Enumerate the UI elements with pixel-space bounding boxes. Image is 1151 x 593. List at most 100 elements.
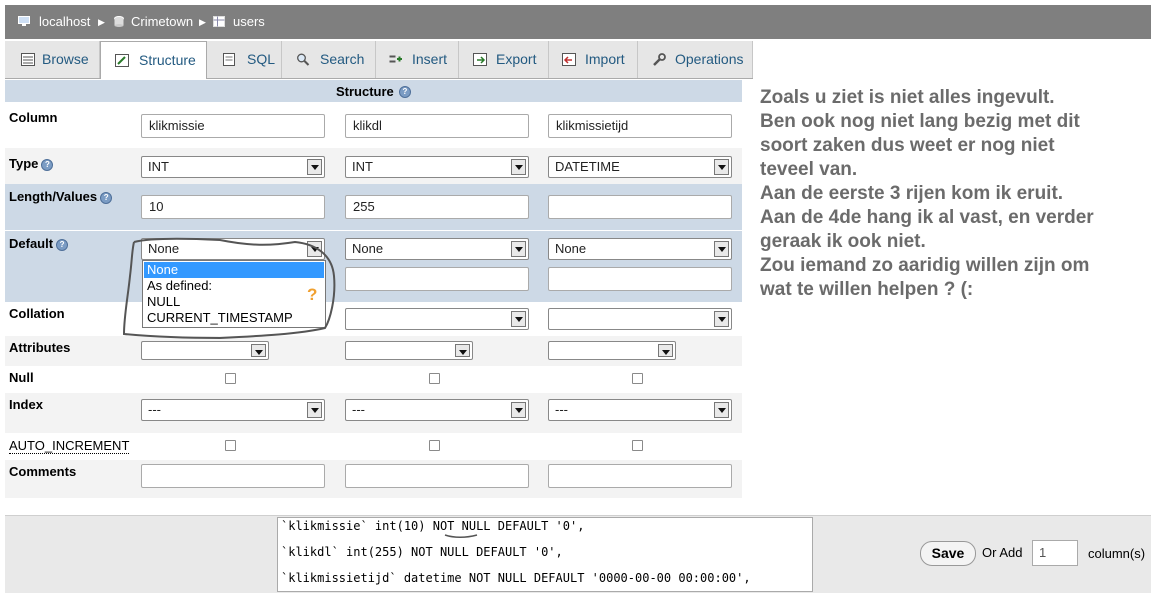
type-select-3[interactable]: DATETIME bbox=[548, 156, 732, 178]
export-icon bbox=[473, 53, 487, 66]
commentary-line: Aan de eerste 3 rijen kom ik eruit. bbox=[760, 183, 1064, 204]
comments-input-3[interactable] bbox=[548, 464, 732, 488]
tab-operations[interactable]: Operations bbox=[638, 41, 753, 78]
sql-preview: `klikmissie` int(10) NOT NULL DEFAULT '0… bbox=[277, 517, 813, 592]
index-select-1[interactable]: --- bbox=[141, 399, 325, 421]
tab-import[interactable]: Import bbox=[549, 41, 638, 78]
auto-increment-checkbox-1[interactable] bbox=[225, 440, 236, 451]
row-comments: Comments bbox=[5, 460, 742, 498]
commentary-line: wat te willen helpen ? (: bbox=[760, 279, 974, 300]
length-input-1[interactable]: 10 bbox=[141, 195, 325, 219]
commentary-line: Zoals u ziet is niet alles ingevult. bbox=[760, 87, 1055, 108]
chevron-down-icon bbox=[714, 159, 729, 175]
operations-icon bbox=[653, 53, 666, 66]
commentary-line: Ben ook nog niet lang bezig met dit bbox=[760, 111, 1080, 132]
commentary-line: Zou iemand zo aaridig willen zijn om bbox=[760, 255, 1090, 276]
null-checkbox-3[interactable] bbox=[632, 373, 643, 384]
length-input-2[interactable]: 255 bbox=[345, 195, 529, 219]
sql-line: `klikdl` int(255) NOT NULL DEFAULT '0', bbox=[281, 545, 563, 559]
commentary-line: teveel van. bbox=[760, 159, 858, 180]
underline-annotation bbox=[444, 534, 478, 538]
column-name-input-1[interactable]: klikmissie bbox=[141, 114, 325, 138]
chevron-down-icon bbox=[714, 241, 729, 257]
comments-input-1[interactable] bbox=[141, 464, 325, 488]
chevron-down-icon bbox=[307, 159, 322, 175]
help-icon[interactable]: ? bbox=[100, 191, 113, 204]
default-select-3[interactable]: None bbox=[548, 238, 732, 260]
attributes-select-1[interactable] bbox=[141, 341, 269, 360]
null-checkbox-1[interactable] bbox=[225, 373, 236, 384]
form-header-title: Structure bbox=[336, 84, 394, 99]
column-name-input-2[interactable]: klikdl bbox=[345, 114, 529, 138]
default-select-2[interactable]: None bbox=[345, 238, 529, 260]
database-icon bbox=[114, 16, 124, 27]
commentary-text: Zoals u ziet is niet alles ingevult. Ben… bbox=[760, 86, 1150, 302]
label-index: Index bbox=[9, 397, 43, 412]
table-icon bbox=[213, 16, 225, 27]
sql-icon bbox=[223, 53, 235, 66]
tab-browse[interactable]: Browse bbox=[5, 41, 100, 78]
breadcrumb-table[interactable]: users bbox=[233, 14, 265, 29]
collation-select-3[interactable] bbox=[548, 308, 732, 330]
label-type: Type? bbox=[9, 156, 54, 171]
chevron-down-icon bbox=[511, 402, 526, 418]
help-icon[interactable]: ? bbox=[56, 238, 69, 251]
scribble-annotation bbox=[122, 237, 336, 340]
default-value-input-2[interactable] bbox=[345, 267, 529, 291]
row-collation: Collation bbox=[5, 302, 742, 336]
label-attributes: Attributes bbox=[9, 340, 71, 355]
type-select-2[interactable]: INT bbox=[345, 156, 529, 178]
chevron-down-icon bbox=[307, 402, 322, 418]
auto-increment-checkbox-3[interactable] bbox=[632, 440, 643, 451]
tab-sql[interactable]: SQL bbox=[207, 41, 282, 78]
label-comments: Comments bbox=[9, 464, 77, 479]
chevron-down-icon bbox=[714, 402, 729, 418]
attributes-select-3[interactable] bbox=[548, 341, 676, 360]
breadcrumb-separator-icon: ▶ bbox=[199, 17, 206, 27]
help-icon[interactable]: ? bbox=[399, 86, 411, 98]
comments-input-2[interactable] bbox=[345, 464, 529, 488]
row-null: Null bbox=[5, 366, 742, 393]
label-null: Null bbox=[9, 370, 34, 385]
help-icon[interactable]: ? bbox=[41, 158, 54, 171]
row-index: Index --- --- --- bbox=[5, 393, 742, 433]
attributes-select-2[interactable] bbox=[345, 341, 473, 360]
default-value-input-3[interactable] bbox=[548, 267, 732, 291]
sql-line: `klikmissietijd` datetime NOT NULL DEFAU… bbox=[281, 571, 751, 585]
row-attributes: Attributes bbox=[5, 336, 742, 366]
commentary-line: geraak ik ook niet. bbox=[760, 231, 926, 252]
index-select-2[interactable]: --- bbox=[345, 399, 529, 421]
index-select-3[interactable]: --- bbox=[548, 399, 732, 421]
auto-increment-checkbox-2[interactable] bbox=[429, 440, 440, 451]
breadcrumb-database[interactable]: Crimetown bbox=[131, 14, 193, 29]
sql-line: `klikmissie` int(10) NOT NULL DEFAULT '0… bbox=[281, 519, 585, 533]
tab-structure[interactable]: Structure bbox=[100, 41, 207, 79]
commentary-line: soort zaken dus weet er nog niet bbox=[760, 135, 1055, 156]
tab-search[interactable]: Search bbox=[282, 41, 376, 78]
row-default: Default? None None None bbox=[5, 230, 742, 303]
chevron-down-icon bbox=[455, 344, 470, 357]
browse-icon bbox=[21, 53, 35, 66]
save-button[interactable]: Save bbox=[920, 541, 976, 566]
label-length: Length/Values? bbox=[9, 189, 113, 204]
insert-icon bbox=[389, 55, 402, 63]
tab-insert[interactable]: Insert bbox=[376, 41, 459, 78]
length-input-3[interactable] bbox=[548, 195, 732, 219]
collation-select-2[interactable] bbox=[345, 308, 529, 330]
chevron-down-icon bbox=[511, 159, 526, 175]
row-column: Column klikmissie klikdl klikmissietijd bbox=[5, 102, 742, 148]
add-columns-input[interactable]: 1 bbox=[1032, 540, 1078, 566]
server-icon bbox=[18, 16, 30, 26]
form-header: Structure ? bbox=[5, 80, 742, 102]
label-column: Column bbox=[9, 110, 58, 125]
search-icon bbox=[297, 53, 310, 66]
tab-export[interactable]: Export bbox=[459, 41, 549, 78]
row-type: Type? INT INT DATETIME bbox=[5, 148, 742, 184]
chevron-down-icon bbox=[658, 344, 673, 357]
structure-form: Structure ? Column klikmissie klikdl kli… bbox=[5, 80, 742, 500]
null-checkbox-2[interactable] bbox=[429, 373, 440, 384]
import-icon bbox=[562, 53, 576, 66]
type-select-1[interactable]: INT bbox=[141, 156, 325, 178]
column-name-input-3[interactable]: klikmissietijd bbox=[548, 114, 732, 138]
breadcrumb-server[interactable]: localhost bbox=[39, 14, 90, 29]
